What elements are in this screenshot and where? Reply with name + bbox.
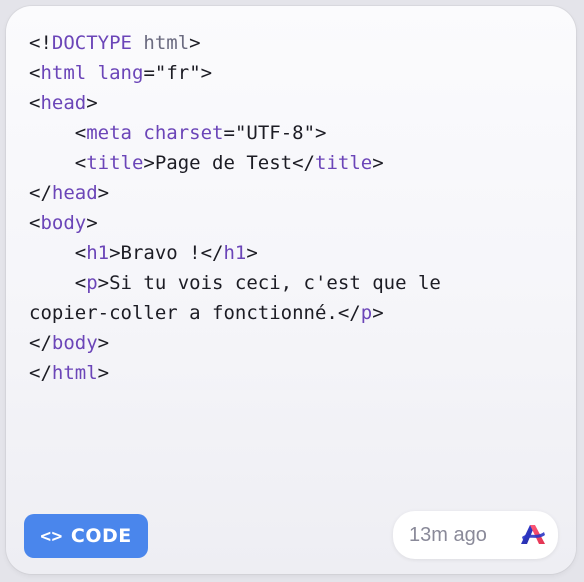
code-token: < [29,92,41,114]
code-token: > [189,32,201,54]
code-line: <h1>Bravo !</h1> [29,238,559,268]
code-token: < [29,272,87,294]
code-line: <title>Page de Test</title> [29,148,559,178]
code-token: </ [29,332,52,354]
code-token: > [86,212,98,234]
code-line: </body> [29,328,559,358]
code-token: title [86,152,144,174]
code-token: html [131,32,190,54]
code-token: h1 [223,242,247,264]
code-snippet-card[interactable]: <!DOCTYPE html> <html lang="fr"> <head> <m… [6,6,576,574]
code-line: </head> [29,178,559,208]
code-token: > [86,92,98,114]
code-token: > [246,242,258,264]
app-logo-icon [521,525,545,544]
code-token: < [29,152,87,174]
code-token: < [29,122,87,144]
code-brackets-icon: <> [40,525,63,547]
code-type-button[interactable]: <> CODE [24,514,148,558]
code-token: h1 [86,242,110,264]
code-token: title [315,152,373,174]
code-token: > [97,332,110,354]
code-token: >Bravo !</ [109,242,224,264]
code-token: html [51,362,98,384]
code-type-label: CODE [70,525,132,547]
code-token: > [97,182,110,204]
code-token: ="fr"> [143,62,213,84]
code-line: <p>Si tu vois ceci, c'est que le [29,268,559,298]
code-token: < [29,242,87,264]
code-token: </ [29,182,52,204]
code-token: DOCTYPE [51,32,132,54]
code-token: meta [86,122,132,144]
code-token: >Si tu vois ceci, c'est que le [97,272,441,294]
code-token: < [29,212,41,234]
timestamp: 13m ago [409,523,487,546]
code-token: html [40,62,87,84]
timestamp-pill: 13m ago [393,511,558,559]
code-token: > [97,362,110,384]
code-token: </ [29,362,52,384]
code-token: body [40,212,87,234]
code-token: copier-coller a fonctionné.</ [29,302,361,324]
code-token: >Page de Test</ [143,152,315,174]
code-token: lang [97,62,144,84]
code-token: body [51,332,98,354]
code-token: p [86,272,98,294]
code-token: p [360,302,373,324]
code-line: </html> [29,358,559,388]
code-token: charset [143,122,224,144]
code-block: <!DOCTYPE html> <html lang="fr"> <head> <m… [29,28,559,388]
code-token: head [40,92,87,114]
code-token: <! [29,32,52,54]
code-line: <html lang="fr"> [29,58,559,88]
code-line: <body> [29,208,559,238]
code-token: < [29,62,41,84]
code-token: > [372,302,384,324]
code-token: head [51,182,98,204]
code-line: <meta charset="UTF-8"> [29,118,559,148]
code-line: <!DOCTYPE html> [29,28,559,58]
code-token: ="UTF-8"> [223,122,327,144]
code-token: > [372,152,384,174]
code-line: copier-coller a fonctionné.</p> [29,298,559,328]
code-line: <head> [29,88,559,118]
